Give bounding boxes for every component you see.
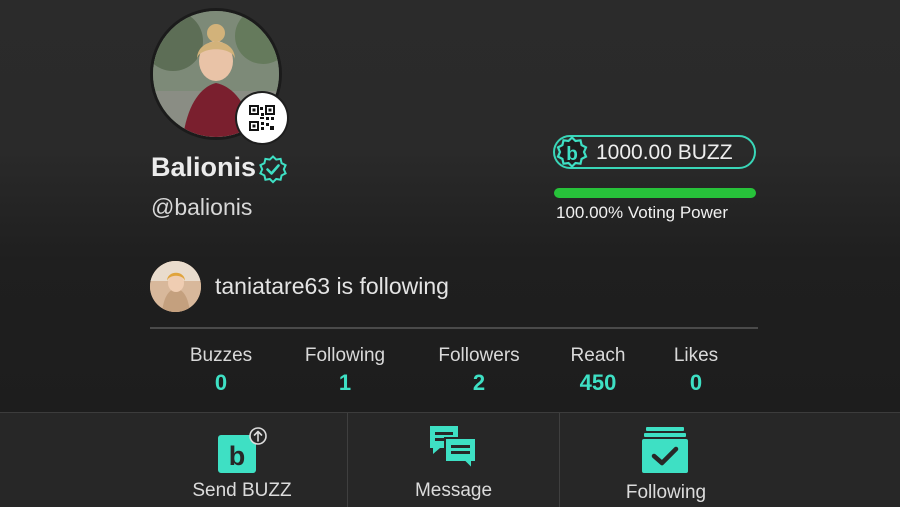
following-check-icon	[640, 425, 690, 480]
stat-value: 450	[579, 370, 617, 395]
display-name: Balionis	[151, 152, 257, 182]
send-buzz-label: Send BUZZ	[192, 480, 292, 501]
following-label: Following	[625, 482, 707, 503]
stat-value: 1	[338, 370, 352, 395]
message-label: Message	[414, 480, 493, 501]
action-bar: b Send BUZZ Message Following	[0, 412, 900, 507]
stat-likes[interactable]: Likes 0	[656, 345, 736, 396]
stat-label: Likes	[673, 345, 719, 366]
svg-text:b: b	[229, 441, 246, 471]
verified-badge-icon	[258, 155, 288, 190]
username-handle: @balionis	[151, 194, 253, 220]
stat-label: Following	[304, 345, 386, 366]
buzz-balance: 1000.00 BUZZ	[596, 141, 733, 164]
buzz-logo-icon: b	[553, 133, 591, 176]
voting-power-bar	[554, 188, 756, 198]
stat-followers[interactable]: Followers 2	[419, 345, 539, 396]
divider	[150, 327, 758, 329]
send-buzz-button[interactable]: b Send BUZZ	[0, 413, 347, 507]
stat-buzzes[interactable]: Buzzes 0	[171, 345, 271, 396]
qr-code-button[interactable]	[237, 93, 287, 143]
send-buzz-icon: b	[216, 427, 270, 482]
message-icon	[428, 424, 480, 477]
svg-text:b: b	[566, 144, 578, 165]
stat-value: 2	[472, 370, 486, 395]
stat-following[interactable]: Following 1	[285, 345, 405, 396]
stat-label: Buzzes	[189, 345, 253, 366]
stat-value: 0	[214, 370, 228, 395]
stat-reach[interactable]: Reach 450	[553, 345, 643, 396]
follower-avatar[interactable]	[150, 261, 201, 312]
stat-label: Reach	[570, 345, 626, 366]
voting-power-label: 100.00% Voting Power	[556, 203, 729, 222]
following-button[interactable]: Following	[560, 413, 900, 507]
voting-power-fill	[554, 188, 756, 198]
stat-label: Followers	[438, 345, 520, 366]
stat-value: 0	[689, 370, 703, 395]
social-proof-text[interactable]: taniatare63 is following	[215, 273, 449, 300]
message-button[interactable]: Message	[348, 413, 559, 507]
qr-code-icon	[249, 105, 275, 131]
